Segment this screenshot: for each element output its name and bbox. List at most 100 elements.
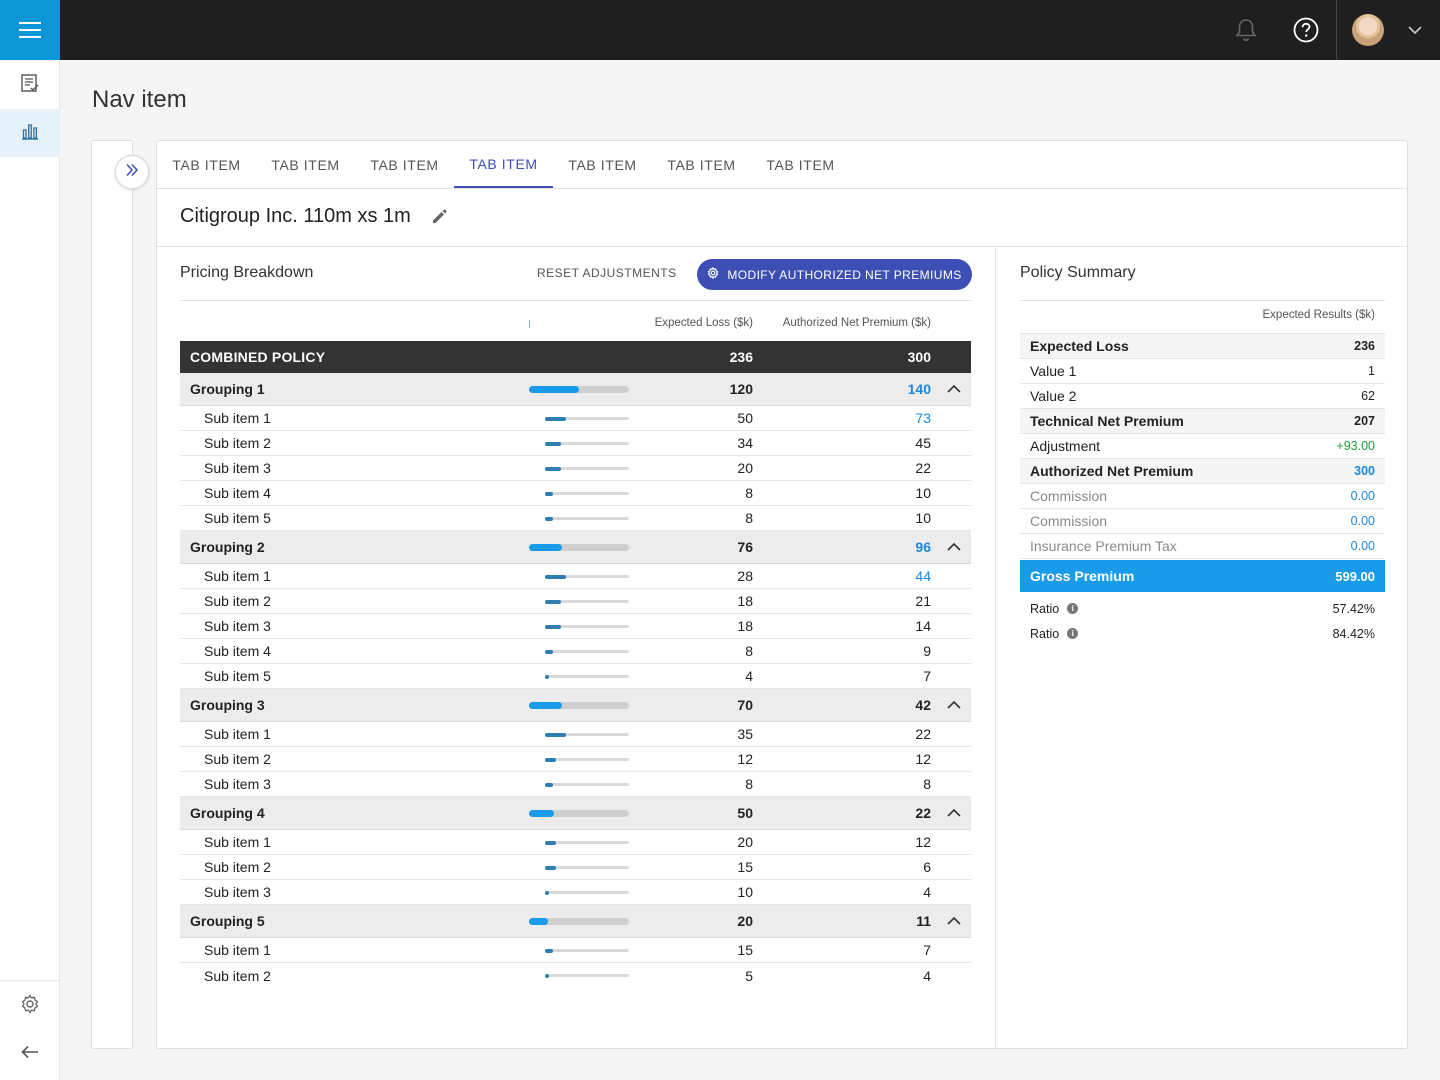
- sub-item-authorized-premium[interactable]: 14: [915, 614, 931, 638]
- ratio-row: Ratio i 84.42%: [1020, 621, 1385, 646]
- sub-item-authorized-premium[interactable]: 8: [923, 772, 931, 796]
- group-row[interactable]: Grouping 4 50 22: [180, 797, 971, 830]
- summary-row: Value 1 1: [1020, 359, 1385, 384]
- sub-item-authorized-premium[interactable]: 7: [923, 938, 931, 962]
- gross-premium-row: Gross Premium 599.00: [1020, 560, 1385, 592]
- group-authorized-premium[interactable]: 22: [915, 797, 931, 829]
- ratio-value: 57.42%: [1332, 601, 1375, 616]
- sub-item-share-bar: [545, 865, 629, 870]
- sub-item-row: Sub item 1 50 73: [180, 406, 971, 431]
- sub-item-share-bar-fill: [545, 599, 561, 604]
- chevron-up-icon[interactable]: [947, 905, 961, 937]
- sub-item-authorized-premium[interactable]: 10: [915, 506, 931, 530]
- reset-adjustments-button[interactable]: RESET ADJUSTMENTS: [537, 266, 677, 280]
- sub-item-authorized-premium[interactable]: 21: [915, 589, 931, 613]
- sub-item-authorized-premium[interactable]: 73: [915, 406, 931, 430]
- sub-item-row: Sub item 2 15 6: [180, 855, 971, 880]
- sub-item-authorized-premium[interactable]: 4: [923, 880, 931, 904]
- document-header: Citigroup Inc. 110m xs 1m: [157, 189, 1407, 247]
- sub-item-authorized-premium[interactable]: 12: [915, 830, 931, 854]
- sub-item-row: Sub item 1 35 22: [180, 722, 971, 747]
- tab-2[interactable]: TAB ITEM: [256, 141, 355, 188]
- group-row[interactable]: Grouping 5 20 11: [180, 905, 971, 938]
- combined-policy-row: COMBINED POLICY 236 300: [180, 341, 971, 373]
- expand-panel-button[interactable]: [115, 155, 149, 189]
- bell-icon[interactable]: [1216, 0, 1276, 60]
- sub-item-authorized-premium[interactable]: 6: [923, 855, 931, 879]
- sub-item-share-bar-fill: [545, 624, 561, 629]
- chevron-up-icon[interactable]: [947, 797, 961, 829]
- summary-row: Adjustment +93.00: [1020, 434, 1385, 459]
- summary-row-value: 236: [1354, 339, 1375, 353]
- tab-7[interactable]: TAB ITEM: [751, 141, 850, 188]
- info-icon[interactable]: i: [1067, 628, 1079, 639]
- nav-back[interactable]: [0, 1030, 60, 1078]
- group-authorized-premium[interactable]: 140: [908, 373, 931, 405]
- tab-5[interactable]: TAB ITEM: [553, 141, 652, 188]
- left-nav-rail: [0, 60, 60, 1080]
- sub-item-label: Sub item 2: [204, 859, 271, 875]
- sub-item-authorized-premium[interactable]: 44: [915, 564, 931, 588]
- sub-item-share-bar: [545, 649, 629, 654]
- nav-settings[interactable]: [0, 982, 60, 1030]
- summary-row-value: 207: [1354, 414, 1375, 428]
- summary-row: Insurance Premium Tax 0.00: [1020, 534, 1385, 559]
- sub-item-expected-loss: 50: [737, 410, 753, 426]
- question-circle-icon[interactable]: [1276, 0, 1336, 60]
- sub-item-authorized-premium[interactable]: 45: [915, 431, 931, 455]
- chevron-up-icon[interactable]: [947, 531, 961, 563]
- chevron-up-icon[interactable]: [947, 689, 961, 721]
- col-expected-loss: Expected Loss ($k): [654, 317, 753, 329]
- group-row[interactable]: Grouping 1 120 140: [180, 373, 971, 406]
- avatar[interactable]: [1352, 14, 1384, 46]
- sub-item-authorized-premium[interactable]: 4: [923, 963, 931, 988]
- sub-item-authorized-premium[interactable]: 10: [915, 481, 931, 505]
- group-share-bar-fill: [529, 386, 579, 393]
- tab-3[interactable]: TAB ITEM: [355, 141, 454, 188]
- modify-authorized-net-premiums-button[interactable]: MODIFY AUTHORIZED NET PREMIUMS: [697, 259, 972, 290]
- sub-item-share-bar: [545, 674, 629, 679]
- sub-item-share-bar-fill: [545, 782, 554, 787]
- col-expected-results: Expected Results ($k): [1262, 309, 1376, 321]
- sub-item-authorized-premium[interactable]: 12: [915, 747, 931, 771]
- pricing-table: Expected Loss ($k) Authorized Net Premiu…: [180, 308, 971, 984]
- group-authorized-premium[interactable]: 42: [915, 689, 931, 721]
- tab-4-active[interactable]: TAB ITEM: [454, 141, 553, 188]
- sub-item-authorized-premium[interactable]: 22: [915, 456, 931, 480]
- sub-item-share-bar: [545, 757, 629, 762]
- pencil-icon[interactable]: [430, 207, 448, 225]
- sub-item-expected-loss: 8: [745, 485, 753, 501]
- sub-item-label: Sub item 3: [204, 618, 271, 634]
- group-expected-loss: 20: [737, 913, 753, 929]
- chevron-up-icon[interactable]: [947, 373, 961, 405]
- sub-item-label: Sub item 2: [204, 967, 271, 984]
- nav-documents[interactable]: [0, 61, 60, 109]
- sub-item-label: Sub item 5: [204, 510, 271, 526]
- hamburger-menu-icon[interactable]: [0, 0, 60, 60]
- sub-item-authorized-premium[interactable]: 9: [923, 639, 931, 663]
- group-row[interactable]: Grouping 2 76 96: [180, 531, 971, 564]
- sub-item-expected-loss: 15: [737, 942, 753, 958]
- sub-item-row: Sub item 1 28 44: [180, 564, 971, 589]
- sub-item-authorized-premium[interactable]: 7: [923, 664, 931, 688]
- main-card: TAB ITEM TAB ITEM TAB ITEM TAB ITEM TAB …: [156, 140, 1408, 1049]
- group-row[interactable]: Grouping 3 70 42: [180, 689, 971, 722]
- chevron-down-icon[interactable]: [1404, 20, 1426, 40]
- group-authorized-premium[interactable]: 11: [916, 905, 931, 937]
- group-label: Grouping 4: [190, 805, 265, 821]
- sub-item-authorized-premium[interactable]: 22: [915, 722, 931, 746]
- info-icon[interactable]: i: [1067, 603, 1079, 614]
- sub-item-row: Sub item 3 10 4: [180, 880, 971, 905]
- sub-item-label: Sub item 4: [204, 485, 271, 501]
- sub-item-label: Sub item 2: [204, 435, 271, 451]
- sub-item-share-bar: [545, 574, 629, 579]
- pricing-breakdown-pane: Pricing Breakdown RESET ADJUSTMENTS MODI…: [157, 248, 996, 1048]
- tab-1[interactable]: TAB ITEM: [157, 141, 256, 188]
- tab-6[interactable]: TAB ITEM: [652, 141, 751, 188]
- sub-item-share-bar: [545, 624, 629, 629]
- summary-row: Expected Loss 236: [1020, 334, 1385, 359]
- nav-analytics[interactable]: [0, 109, 60, 157]
- group-authorized-premium[interactable]: 96: [915, 531, 931, 563]
- sub-item-row: Sub item 1 20 12: [180, 830, 971, 855]
- summary-row-label: Adjustment: [1030, 438, 1101, 454]
